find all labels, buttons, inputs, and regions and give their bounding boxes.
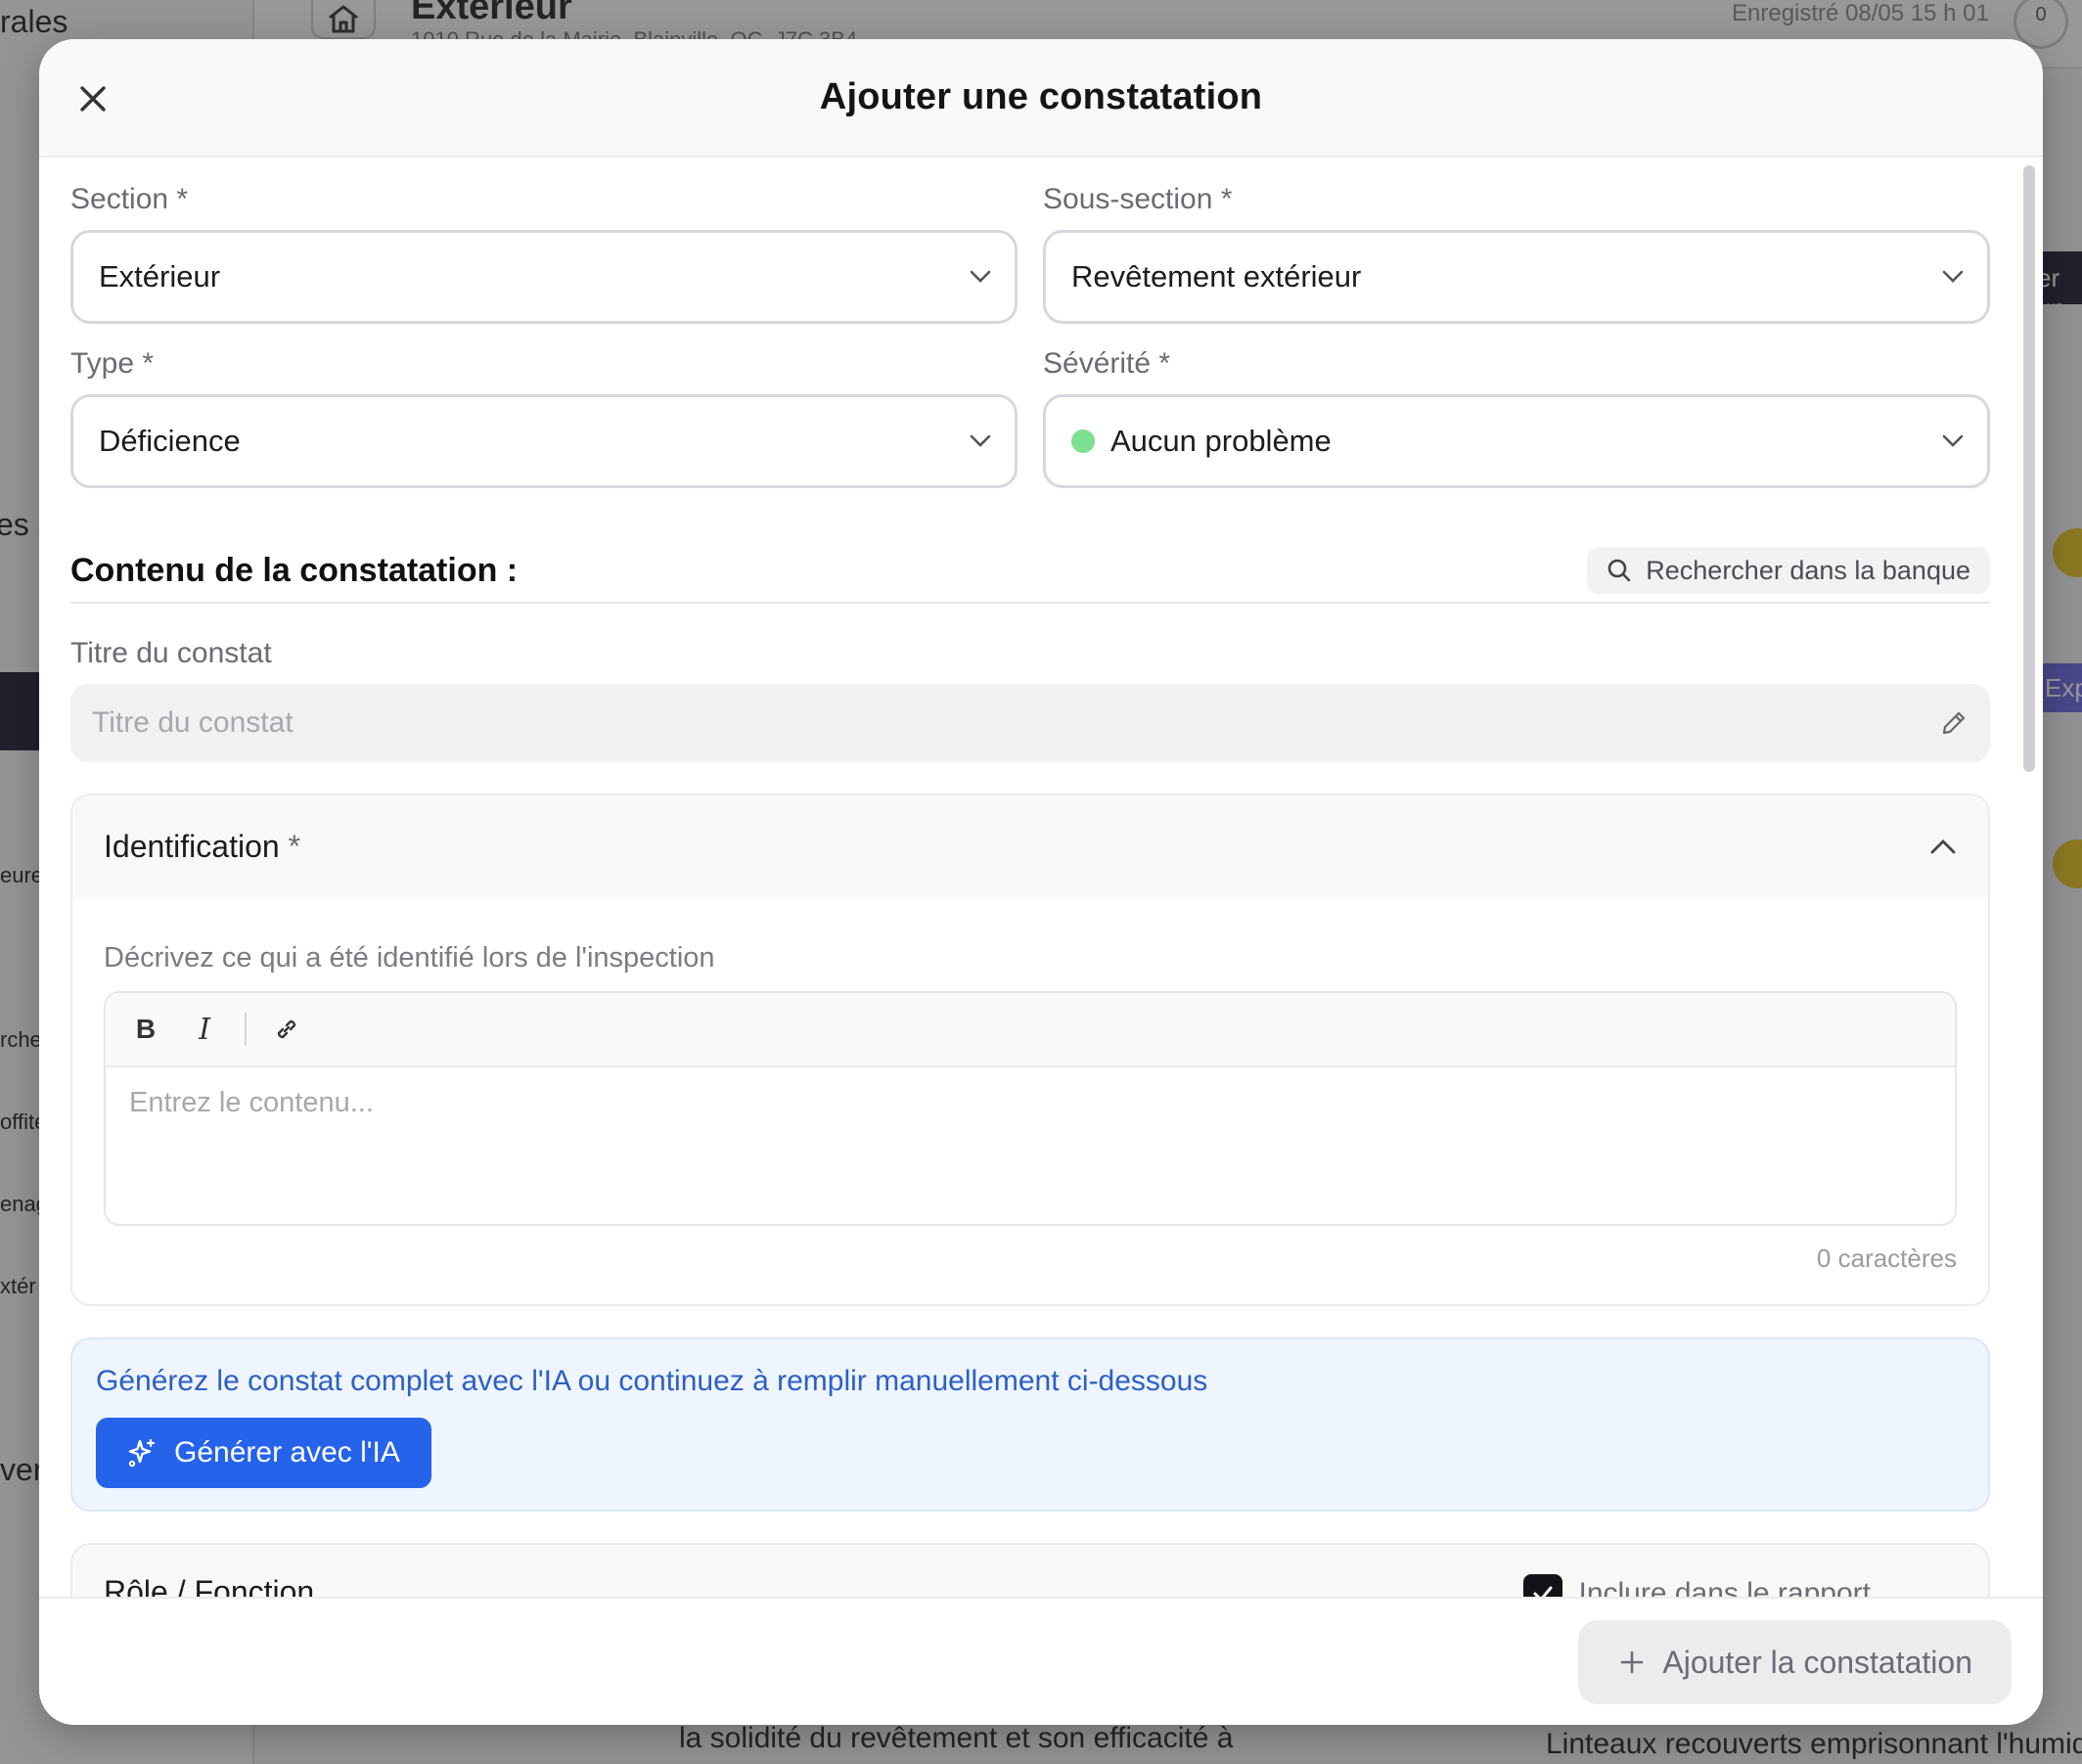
identification-title: Identification * [104,829,300,865]
section-value: Extérieur [99,259,221,294]
subsection-label: Sous-section * [1043,183,1233,215]
subsection-field: Sous-section * Revêtement extérieur [1043,183,1990,324]
add-finding-button[interactable]: Ajouter la constatation [1578,1620,2012,1704]
type-select[interactable]: Déficience [70,394,1018,488]
severity-value: Aucun problème [1110,424,1332,458]
search-bank-label: Rechercher dans la banque [1646,555,1970,585]
finding-title-label: Titre du constat [70,637,272,669]
italic-button[interactable]: I [182,1007,227,1052]
subsection-select[interactable]: Revêtement extérieur [1043,230,1990,324]
chevron-down-icon [970,270,991,283]
section-field: Section * Extérieur [70,183,1018,324]
bold-icon: B [135,1014,157,1044]
type-value: Déficience [99,424,241,458]
dialog-footer: Ajouter la constatation [39,1597,2043,1725]
scrollbar[interactable] [2023,165,2035,772]
type-field: Type * Déficience [70,347,1018,488]
required-mark: * [288,828,301,864]
include-in-report-toggle[interactable]: Inclure dans le rapport [1523,1574,1871,1597]
add-finding-dialog: Ajouter une constatation Section * Extér… [39,39,2043,1725]
character-count: 0 caractères [1816,1244,1957,1273]
role-panel: Rôle / Fonction Inclure dans le rapport [70,1543,1990,1597]
close-icon [80,86,106,112]
dialog-body: Section * Extérieur Sous-section * Revêt… [39,158,2043,1597]
chevron-up-icon[interactable] [1929,837,1957,855]
include-label: Inclure dans le rapport [1578,1577,1871,1597]
identification-description: Décrivez ce qui a été identifié lors de … [104,942,715,973]
chevron-down-icon [1942,270,1964,283]
section-select[interactable]: Extérieur [70,230,1018,324]
subsection-value: Revêtement extérieur [1071,259,1362,294]
content-heading-bar: Contenu de la constatation : Rechercher … [70,539,1990,604]
pencil-icon[interactable] [1939,708,1969,738]
severity-label: Sévérité * [1043,347,1171,380]
identification-title-text: Identification [104,828,280,864]
include-checkbox[interactable] [1523,1574,1563,1597]
italic-icon: I [199,1012,210,1047]
section-label: Section * [70,183,189,215]
identification-header[interactable]: Identification * [72,795,1988,897]
generate-ai-label: Générer avec l'IA [174,1436,400,1469]
generate-ai-button[interactable]: Générer avec l'IA [96,1418,431,1488]
link-icon [277,1019,296,1039]
toolbar-divider [245,1013,247,1046]
role-title: Rôle / Fonction [104,1574,315,1597]
content-heading: Contenu de la constatation : [70,551,519,589]
ai-generate-panel: Générez le constat complet avec l'IA ou … [70,1337,1990,1512]
checkmark-icon [1533,1586,1553,1597]
editor-toolbar: B I [106,993,1955,1067]
type-label: Type * [70,347,155,380]
finding-title-placeholder: Titre du constat [92,706,294,739]
search-icon [1607,559,1631,582]
add-finding-label: Ajouter la constatation [1662,1644,1972,1680]
severity-field: Sévérité * Aucun problème [1043,347,1990,488]
finding-title-input[interactable]: Titre du constat [70,684,1990,762]
plus-icon [1621,1651,1644,1674]
rich-text-editor: B I Entrez le contenu... [104,991,1957,1226]
close-button[interactable] [70,76,115,121]
severity-select[interactable]: Aucun problème [1043,394,1990,488]
identification-panel: Identification * Décrivez ce qui a été i… [70,793,1990,1306]
search-bank-button[interactable]: Rechercher dans la banque [1587,547,1990,594]
link-button[interactable] [264,1007,309,1052]
editor-content-input[interactable]: Entrez le contenu... [106,1067,1955,1139]
chevron-down-icon [970,434,991,447]
dialog-header: Ajouter une constatation [39,39,2043,158]
section-row: Section * Extérieur Sous-section * Revêt… [70,183,1990,324]
type-row: Type * Déficience Sévérité * Aucun probl… [70,347,1990,488]
dialog-title: Ajouter une constatation [819,76,1263,117]
chevron-down-icon [1942,434,1964,447]
severity-status-dot [1071,430,1095,453]
ai-hint-text: Générez le constat complet avec l'IA ou … [96,1365,1208,1397]
sparkles-icon [128,1438,156,1468]
bold-button[interactable]: B [123,1007,168,1052]
editor-placeholder: Entrez le contenu... [129,1087,374,1118]
